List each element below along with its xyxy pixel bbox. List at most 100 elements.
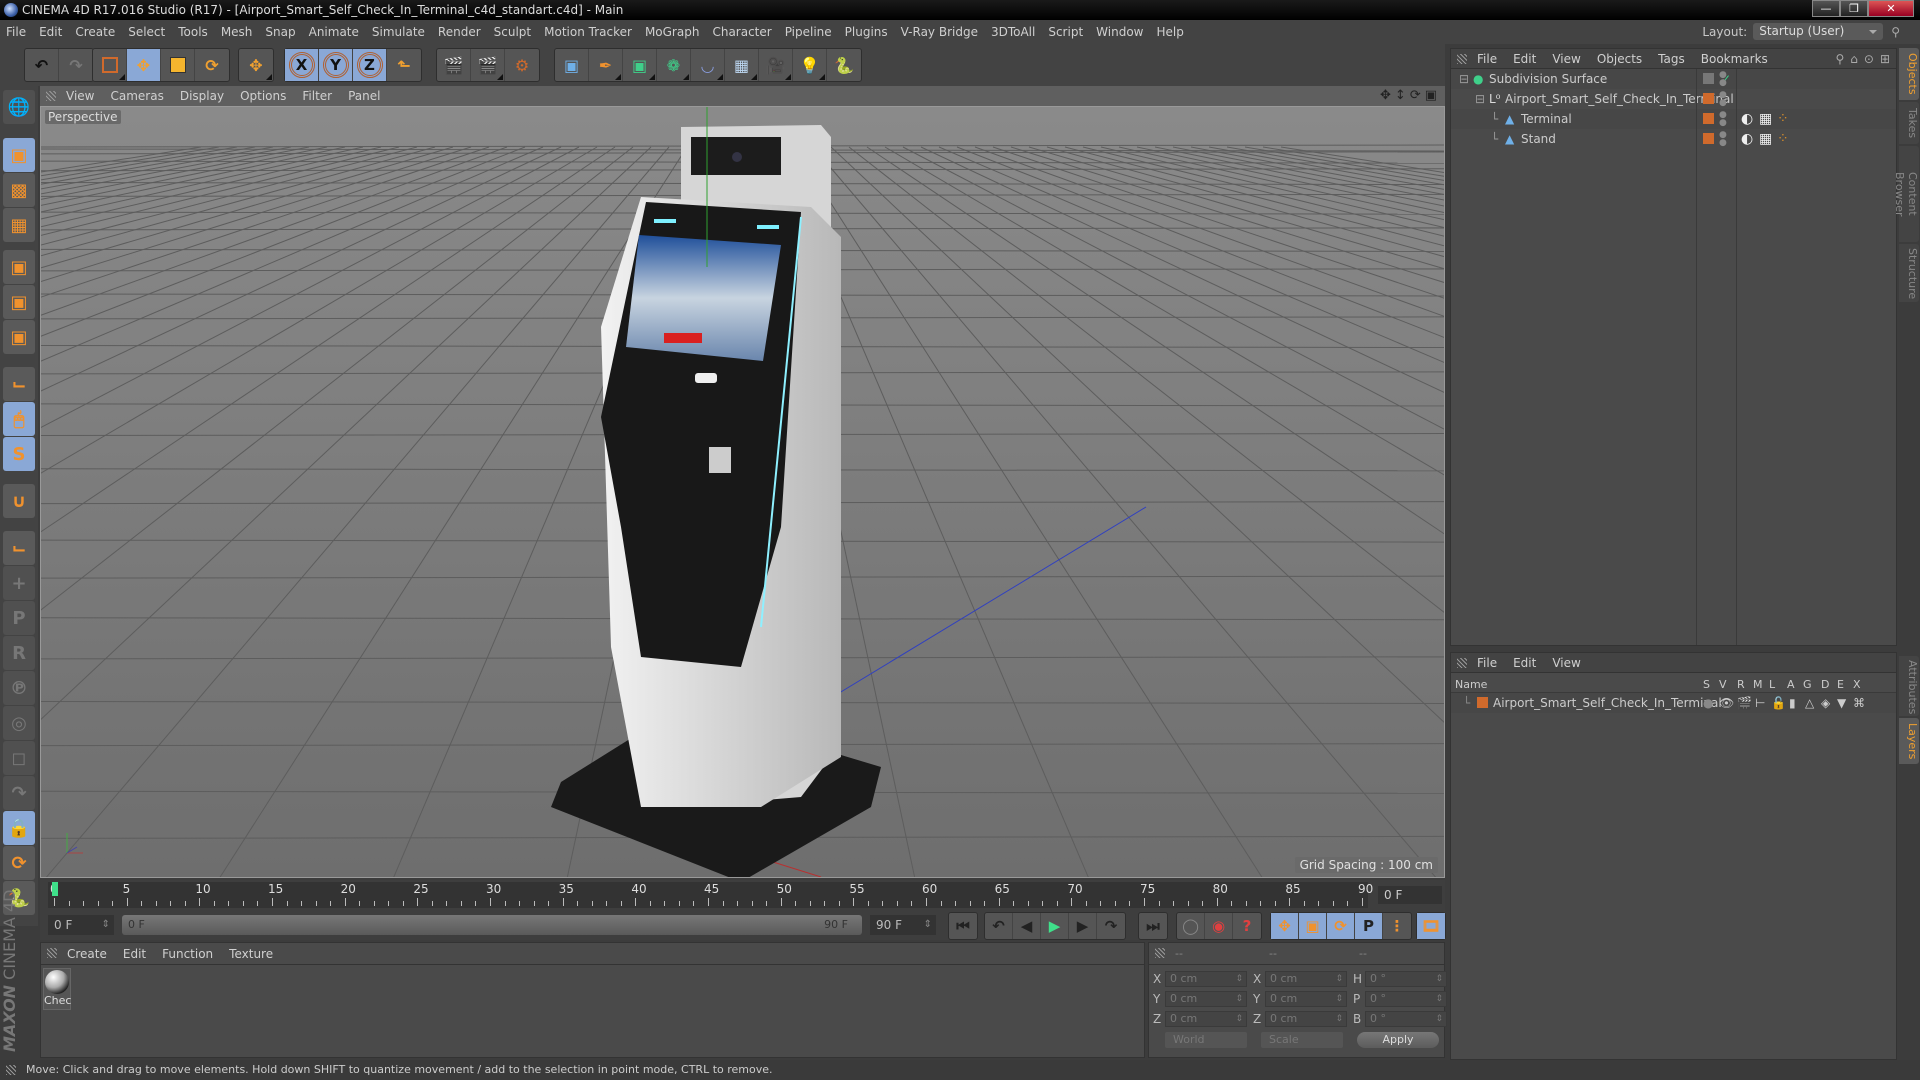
layer-none-icon[interactable] bbox=[1703, 73, 1714, 84]
animation-icon[interactable]: ▮ bbox=[1789, 693, 1796, 713]
menu-script[interactable]: Script bbox=[1048, 25, 1083, 39]
viewport[interactable]: Perspective Grid Spacing : 100 cm bbox=[40, 106, 1445, 878]
viewport-menu-view[interactable]: View bbox=[66, 89, 94, 103]
menu-v-ray-bridge[interactable]: V-Ray Bridge bbox=[901, 25, 978, 39]
material-menu-create[interactable]: Create bbox=[67, 947, 107, 961]
tab-content-browser[interactable]: Content Browser bbox=[1893, 146, 1919, 242]
redo-icon[interactable]: ↷ bbox=[59, 49, 93, 81]
play-icon[interactable]: ▶ bbox=[1041, 913, 1069, 939]
zoom-view-icon[interactable]: ↕ bbox=[1395, 88, 1406, 103]
tab-takes[interactable]: Takes bbox=[1899, 102, 1919, 144]
object-name[interactable]: Terminal bbox=[1521, 109, 1572, 129]
texture-mode-icon[interactable]: ▩ bbox=[3, 173, 35, 207]
position-z-field[interactable]: 0 cm bbox=[1165, 1011, 1247, 1027]
object-menu-bookmarks[interactable]: Bookmarks bbox=[1701, 52, 1768, 66]
key-pla-icon[interactable]: ⋮ bbox=[1383, 913, 1411, 939]
menu-snap[interactable]: Snap bbox=[265, 25, 295, 39]
start-frame-field[interactable]: 0 F bbox=[48, 915, 114, 935]
model-mode-icon[interactable]: ▣ bbox=[3, 138, 35, 172]
texture-tag-icon[interactable]: ▦ bbox=[1759, 109, 1772, 129]
lock-icon[interactable]: 🔓 bbox=[1771, 693, 1786, 713]
move-last-icon[interactable]: ✥ bbox=[239, 49, 273, 81]
keyframe-selection-icon[interactable]: ? bbox=[1233, 913, 1261, 939]
material-menu-edit[interactable]: Edit bbox=[123, 947, 146, 961]
light-icon[interactable]: 💡 bbox=[793, 49, 827, 81]
column-d[interactable]: D bbox=[1821, 678, 1829, 691]
layer-row[interactable]: └ Airport_Smart_Self_Check_In_Terminal ●… bbox=[1451, 693, 1896, 713]
column-s[interactable]: S bbox=[1703, 678, 1710, 691]
tab-objects[interactable]: Objects bbox=[1899, 48, 1919, 100]
object-menu-tags[interactable]: Tags bbox=[1658, 52, 1685, 66]
z-axis-icon[interactable]: Z bbox=[353, 49, 387, 81]
pin-bend-icon[interactable]: ↷ bbox=[3, 776, 35, 810]
rotate-view-icon[interactable]: ⟳ bbox=[1410, 88, 1421, 103]
timeline-ruler[interactable]: 051015202530354045505560657075808590 bbox=[48, 882, 1373, 908]
phong-tag-icon[interactable]: ⁘ bbox=[1777, 129, 1789, 149]
floor-icon[interactable]: ▦ bbox=[725, 49, 759, 81]
workplane-align-icon[interactable]: ⟳ bbox=[3, 846, 35, 880]
layer-color-swatch[interactable] bbox=[1477, 697, 1488, 708]
autokey-icon[interactable]: ◉ bbox=[1205, 913, 1233, 939]
viewport-menu-filter[interactable]: Filter bbox=[302, 89, 332, 103]
key-param-icon[interactable]: P bbox=[1355, 913, 1383, 939]
y-axis-icon[interactable]: Y bbox=[319, 49, 353, 81]
python-icon[interactable]: 🐍 bbox=[827, 49, 861, 81]
rotation-h-field[interactable]: 0 ° bbox=[1365, 971, 1447, 987]
subdivision-icon[interactable]: ▣ bbox=[623, 49, 657, 81]
playhead[interactable] bbox=[52, 882, 58, 896]
menu-simulate[interactable]: Simulate bbox=[372, 25, 425, 39]
workplane-axis-icon[interactable]: ⌙ bbox=[3, 531, 35, 565]
material-menu-function[interactable]: Function bbox=[162, 947, 213, 961]
solo-icon[interactable]: ● bbox=[1703, 693, 1713, 713]
menu-mesh[interactable]: Mesh bbox=[221, 25, 253, 39]
tab-structure[interactable]: Structure bbox=[1899, 244, 1919, 302]
pin-scale-icon[interactable]: ◻ bbox=[3, 741, 35, 775]
object-name[interactable]: Airport_Smart_Self_Check_In_Terminal bbox=[1505, 89, 1734, 109]
cube-icon[interactable]: ▣ bbox=[555, 49, 589, 81]
menu-sculpt[interactable]: Sculpt bbox=[494, 25, 531, 39]
next-frame-icon[interactable]: ▶ bbox=[1069, 913, 1097, 939]
layer-color-swatch[interactable] bbox=[1703, 93, 1714, 104]
panel-grip[interactable] bbox=[46, 91, 56, 101]
column-a[interactable]: A bbox=[1787, 678, 1795, 691]
camera-icon[interactable]: 🎥 bbox=[759, 49, 793, 81]
phong-tag-icon[interactable]: ⁘ bbox=[1777, 109, 1789, 129]
go-to-start-icon[interactable]: ⏮ bbox=[949, 913, 977, 939]
render-picture-viewer-icon[interactable]: 🎬 bbox=[471, 49, 505, 81]
object-menu-edit[interactable]: Edit bbox=[1513, 52, 1536, 66]
menu-select[interactable]: Select bbox=[128, 25, 165, 39]
object-menu-view[interactable]: View bbox=[1552, 52, 1580, 66]
viewport-menu-display[interactable]: Display bbox=[180, 89, 224, 103]
panel-grip[interactable] bbox=[1457, 54, 1467, 64]
coordinate-mode-dropdown[interactable]: World bbox=[1165, 1032, 1247, 1048]
live-selection-icon[interactable] bbox=[93, 49, 127, 81]
object-name[interactable]: Stand bbox=[1521, 129, 1556, 149]
menu-file[interactable]: File bbox=[6, 25, 26, 39]
position-x-field[interactable]: 0 cm bbox=[1165, 971, 1247, 987]
layer-color-swatch[interactable] bbox=[1703, 113, 1714, 124]
size-x-field[interactable]: 0 cm bbox=[1265, 971, 1347, 987]
search-icon[interactable]: ⚲ bbox=[1835, 52, 1844, 66]
menu-create[interactable]: Create bbox=[75, 25, 115, 39]
column-v[interactable]: V bbox=[1719, 678, 1727, 691]
timeline-icon[interactable]: 🎞 bbox=[1417, 913, 1445, 939]
generators-icon[interactable]: △ bbox=[1805, 693, 1814, 713]
menu-mograph[interactable]: MoGraph bbox=[645, 25, 700, 39]
column-x[interactable]: X bbox=[1853, 678, 1861, 691]
material-swatch[interactable]: Chec bbox=[43, 968, 71, 1010]
layer-menu-file[interactable]: File bbox=[1477, 656, 1497, 670]
pin-target-icon[interactable]: ◎ bbox=[3, 706, 35, 740]
cloner-icon[interactable]: ❁ bbox=[657, 49, 691, 81]
layer-menu-edit[interactable]: Edit bbox=[1513, 656, 1536, 670]
visibility-dots-icon[interactable]: ● ● bbox=[1719, 131, 1727, 148]
material-tag-icon[interactable]: ◐ bbox=[1741, 109, 1753, 129]
visibility-dots-icon[interactable]: ● ● bbox=[1719, 71, 1727, 88]
visibility-dots-icon[interactable]: ● ● bbox=[1719, 111, 1727, 128]
column-name[interactable]: Name bbox=[1455, 678, 1487, 691]
panel-grip[interactable] bbox=[1155, 948, 1165, 958]
menu-render[interactable]: Render bbox=[438, 25, 481, 39]
coordinate-system-icon[interactable]: ⬑ bbox=[387, 49, 421, 81]
tab-layers[interactable]: Layers bbox=[1899, 718, 1919, 764]
menu-character[interactable]: Character bbox=[712, 25, 771, 39]
panel-grip[interactable] bbox=[47, 948, 57, 958]
